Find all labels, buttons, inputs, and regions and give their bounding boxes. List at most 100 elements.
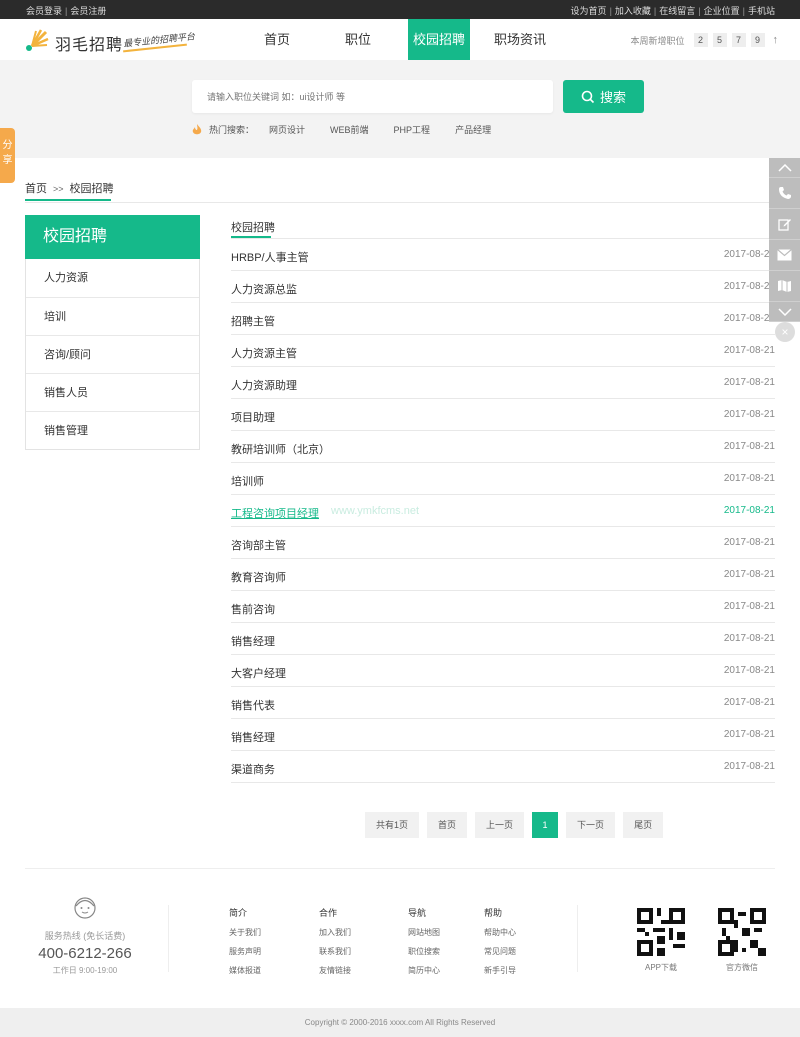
job-title[interactable]: 销售经理 xyxy=(231,729,275,745)
job-row[interactable]: 教研培训师（北京） 2017-08-21 xyxy=(231,431,775,463)
job-row[interactable]: 售前咨询 2017-08-21 xyxy=(231,591,775,623)
edit-button[interactable] xyxy=(769,209,800,240)
job-row[interactable]: 销售经理 2017-08-21 xyxy=(231,719,775,751)
nav-home[interactable]: 首页 xyxy=(246,19,308,60)
job-row-hovered[interactable]: 工程咨询项目经理 www.ymkfcms.net 2017-08-21 xyxy=(231,495,775,527)
nav-campus[interactable]: 校园招聘 xyxy=(408,19,470,60)
footer-col-title: 简介 xyxy=(229,908,248,918)
qr-app[interactable]: APP下载 xyxy=(636,908,686,973)
job-row[interactable]: HRBP/人事主管 2017-08-21 xyxy=(231,239,775,271)
sidebar-item-sales[interactable]: 销售人员 xyxy=(26,373,199,411)
close-icon[interactable]: × xyxy=(775,322,795,342)
hot-term[interactable]: WEB前端 xyxy=(330,123,369,136)
location-link[interactable]: 企业位置 xyxy=(704,6,740,16)
job-title[interactable]: 渠道商务 xyxy=(231,761,275,777)
sidebar-item-sales-management[interactable]: 销售管理 xyxy=(26,411,199,449)
job-row[interactable]: 销售代表 2017-08-21 xyxy=(231,687,775,719)
job-row[interactable]: 大客户经理 2017-08-21 xyxy=(231,655,775,687)
counter-digit: 9 xyxy=(750,33,765,47)
job-title[interactable]: 教研培训师（北京） xyxy=(231,441,330,457)
next-page-button[interactable]: 下一页 xyxy=(566,812,616,838)
job-title[interactable]: HRBP/人事主管 xyxy=(231,249,309,265)
job-title[interactable]: 销售经理 xyxy=(231,633,275,649)
footer-link[interactable]: 加入我们 xyxy=(319,927,351,938)
mail-button[interactable] xyxy=(769,240,800,271)
job-row[interactable]: 教育咨询师 2017-08-21 xyxy=(231,559,775,591)
qr-wechat[interactable]: 官方微信 xyxy=(717,908,767,973)
job-title[interactable]: 招聘主管 xyxy=(231,313,275,329)
footer-link[interactable]: 职位搜索 xyxy=(408,946,440,957)
footer-link[interactable]: 联系我们 xyxy=(319,946,351,957)
message-link[interactable]: 在线留言 xyxy=(659,6,695,16)
footer-col-title: 合作 xyxy=(319,908,338,918)
footer-col-title: 帮助 xyxy=(484,908,503,918)
mobile-link[interactable]: 手机站 xyxy=(748,6,775,16)
login-link[interactable]: 会员登录 xyxy=(26,6,62,16)
phone-button[interactable] xyxy=(769,178,800,209)
job-row[interactable]: 销售经理 2017-08-21 xyxy=(231,623,775,655)
nav-jobs[interactable]: 职位 xyxy=(327,19,389,60)
job-title[interactable]: 人力资源助理 xyxy=(231,377,297,393)
footer-link[interactable]: 帮助中心 xyxy=(484,927,516,938)
logo[interactable]: 羽毛招聘 最专业的招聘平台 xyxy=(25,27,205,55)
job-title[interactable]: 培训师 xyxy=(231,473,264,489)
job-title[interactable]: 咨询部主管 xyxy=(231,537,286,553)
qr-caption: APP下载 xyxy=(644,963,677,972)
up-arrow-icon[interactable]: ↑ xyxy=(773,34,779,46)
sidebar-item-training[interactable]: 培训 xyxy=(26,297,199,335)
map-button[interactable] xyxy=(769,271,800,302)
sidebar-item-consulting[interactable]: 咨询/顾问 xyxy=(26,335,199,373)
job-row[interactable]: 咨询部主管 2017-08-21 xyxy=(231,527,775,559)
job-title[interactable]: 工程咨询项目经理 xyxy=(231,505,319,521)
header: 羽毛招聘 最专业的招聘平台 首页 职位 校园招聘 职场资讯 本周新增职位 2 5… xyxy=(0,19,800,60)
job-title[interactable]: 教育咨询师 xyxy=(231,569,286,585)
job-date: 2017-08-21 xyxy=(723,761,775,772)
sidebar-item-hr[interactable]: 人力资源 xyxy=(26,259,199,297)
hot-term[interactable]: 产品经理 xyxy=(455,123,491,136)
footer-link[interactable]: 简历中心 xyxy=(408,965,440,976)
set-homepage-link[interactable]: 设为首页 xyxy=(571,6,607,16)
last-page-button[interactable]: 尾页 xyxy=(623,812,664,838)
job-row[interactable]: 项目助理 2017-08-21 xyxy=(231,399,775,431)
footer-link[interactable]: 友情链接 xyxy=(319,965,351,976)
job-date: 2017-08-21 xyxy=(723,249,775,260)
top-bar: 会员登录 | 会员注册 设为首页 | 加入收藏 | 在线留言 | 企业位置 | 手机站 xyxy=(0,0,800,19)
footer-link[interactable]: 服务声明 xyxy=(229,946,261,957)
scroll-up-button[interactable] xyxy=(769,158,800,178)
breadcrumb-home[interactable]: 首页 xyxy=(25,183,47,195)
job-title[interactable]: 人力资源主管 xyxy=(231,345,297,361)
first-page-button[interactable]: 首页 xyxy=(427,812,468,838)
add-favorite-link[interactable]: 加入收藏 xyxy=(615,6,651,16)
search-input[interactable] xyxy=(192,80,553,113)
prev-page-button[interactable]: 上一页 xyxy=(475,812,525,838)
job-title[interactable]: 人力资源总监 xyxy=(231,281,297,297)
job-title[interactable]: 项目助理 xyxy=(231,409,275,425)
share-tab[interactable]: 分享 xyxy=(0,128,15,183)
footer-link[interactable]: 常见问题 xyxy=(484,946,516,957)
job-list: HRBP/人事主管 2017-08-21 人力资源总监 2017-08-21 招聘主… xyxy=(231,239,775,783)
job-row[interactable]: 人力资源总监 2017-08-21 xyxy=(231,271,775,303)
scroll-down-button[interactable] xyxy=(769,302,800,322)
job-row[interactable]: 人力资源主管 2017-08-21 xyxy=(231,335,775,367)
job-row[interactable]: 人力资源助理 2017-08-21 xyxy=(231,367,775,399)
job-title[interactable]: 大客户经理 xyxy=(231,665,286,681)
job-row[interactable]: 招聘主管 2017-08-21 xyxy=(231,303,775,335)
current-page[interactable]: 1 xyxy=(532,812,559,838)
footer-link[interactable]: 新手引导 xyxy=(484,965,516,976)
hot-term[interactable]: 网页设计 xyxy=(269,123,305,136)
job-date: 2017-08-21 xyxy=(723,505,775,516)
topbar-left: 会员登录 | 会员注册 xyxy=(26,4,106,17)
footer-link[interactable]: 媒体报道 xyxy=(229,965,261,976)
footer-link[interactable]: 关于我们 xyxy=(229,927,261,938)
job-row[interactable]: 渠道商务 2017-08-21 xyxy=(231,751,775,783)
edit-icon xyxy=(777,219,791,231)
nav-news[interactable]: 职场资讯 xyxy=(489,19,551,60)
job-row[interactable]: 培训师 2017-08-21 xyxy=(231,463,775,495)
register-link[interactable]: 会员注册 xyxy=(70,6,106,16)
footer-link[interactable]: 网站地图 xyxy=(408,927,440,938)
job-title[interactable]: 销售代表 xyxy=(231,697,275,713)
qr-code-icon xyxy=(718,908,766,956)
hot-term[interactable]: PHP工程 xyxy=(394,123,431,136)
job-title[interactable]: 售前咨询 xyxy=(231,601,275,617)
search-button[interactable]: 搜索 xyxy=(563,80,644,113)
